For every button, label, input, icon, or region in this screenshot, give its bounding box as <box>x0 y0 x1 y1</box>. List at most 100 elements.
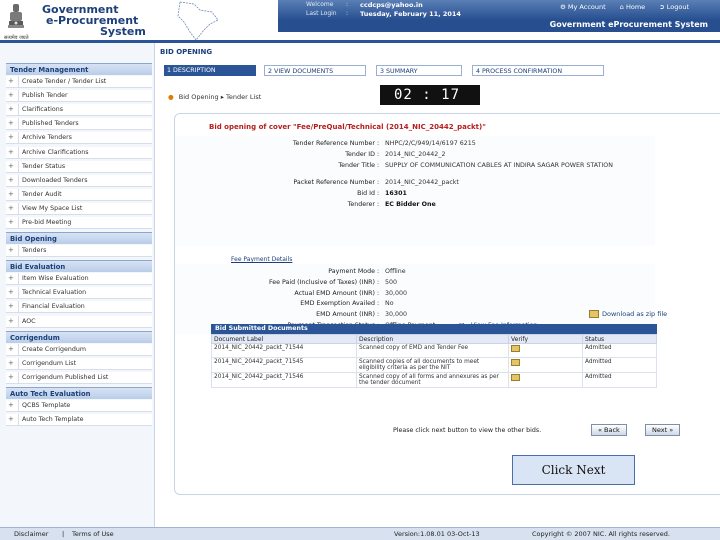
detail-value: 16301 <box>385 190 407 197</box>
sidebar-item[interactable]: + Archive Clarifications <box>6 146 152 159</box>
detail-key: EMD Exemption Availed <box>300 300 375 308</box>
item-separator <box>18 273 19 286</box>
table-row: 2014_NIC_20442_packt_71546 Scanned copy o… <box>211 372 657 388</box>
zip-file-icon <box>589 310 599 318</box>
sidebar-section-2[interactable]: Bid Evaluation <box>6 260 152 273</box>
breadcrumb-tender-list[interactable]: Tender List <box>226 93 261 101</box>
sidebar-item[interactable]: + Technical Evaluation <box>6 287 152 300</box>
click-next-callout: Click Next <box>512 455 635 485</box>
doc-status-cell: Admitted <box>582 357 657 373</box>
expand-plus-icon: + <box>8 344 14 353</box>
detail-key: Packet Reference Number <box>293 179 375 186</box>
detail-key: Tender Title <box>338 162 375 169</box>
step-summary[interactable]: 3 SUMMARY <box>376 65 462 76</box>
doc-status-cell: Admitted <box>582 343 657 358</box>
detail-value: SUPPLY OF COMMUNICATION CABLES AT INDIRA… <box>385 162 613 169</box>
detail-colon: : <box>377 201 380 208</box>
col-document-label: Document Label <box>211 334 357 344</box>
verify-folder-icon[interactable] <box>511 345 520 352</box>
expand-plus-icon: + <box>8 175 14 184</box>
doc-verify-cell <box>508 357 583 373</box>
download-zip-link[interactable]: Download as zip file <box>589 310 667 318</box>
expand-plus-icon: + <box>8 189 14 198</box>
verify-folder-icon[interactable] <box>511 374 520 381</box>
col-description: Description <box>356 334 509 344</box>
next-button[interactable]: Next » <box>645 424 681 436</box>
expand-plus-icon: + <box>8 133 14 142</box>
expand-plus-icon: + <box>8 246 14 255</box>
breadcrumb-bid-opening[interactable]: Bid Opening <box>179 93 219 101</box>
detail-colon: : <box>377 179 380 186</box>
main-content: BID OPENING 1 DESCRIPTION 2 VIEW DOCUMEN… <box>156 43 720 527</box>
doc-label-cell[interactable]: 2014_NIC_20442_packt_71545 <box>211 357 357 373</box>
back-button[interactable]: « Back <box>591 424 627 436</box>
sidebar-item[interactable]: + AOC <box>6 315 152 328</box>
step-view-documents[interactable]: 2 VIEW DOCUMENTS <box>264 65 366 76</box>
expand-plus-icon: + <box>8 372 14 381</box>
sidebar-item[interactable]: + Financial Evaluation <box>6 301 152 314</box>
doc-label-cell[interactable]: 2014_NIC_20442_packt_71544 <box>211 343 357 358</box>
sidebar-item[interactable]: + Auto Tech Template <box>6 414 152 426</box>
sidebar-item-label: Pre-bid Meeting <box>22 219 72 226</box>
sidebar-item[interactable]: + Downloaded Tenders <box>6 174 152 187</box>
detail-colon: : <box>377 278 380 286</box>
step-process-confirmation[interactable]: 4 PROCESS CONFIRMATION <box>472 65 604 76</box>
sidebar-section-3[interactable]: Corrigendum <box>6 330 152 343</box>
sidebar-item[interactable]: + Item Wise Evaluation <box>6 273 152 286</box>
detail-value: 2014_NIC_20442_2 <box>385 151 446 158</box>
sidebar-item-label: AOC <box>22 317 36 325</box>
sidebar-item-label: Tender Audit <box>22 190 62 198</box>
doc-label-cell[interactable]: 2014_NIC_20442_packt_71546 <box>211 372 357 388</box>
last-login-label: Last Login <box>306 10 337 17</box>
sidebar-item-label: Technical Evaluation <box>22 289 87 297</box>
expand-plus-icon: + <box>8 415 14 423</box>
sidebar-item[interactable]: + Clarifications <box>6 104 152 117</box>
detail-key: EMD Amount (INR) <box>316 311 375 319</box>
item-separator <box>18 245 19 258</box>
sidebar-item[interactable]: + Create Corrigendum <box>6 343 152 356</box>
sidebar-item[interactable]: + QCBS Template <box>6 399 152 412</box>
sidebar-section-0[interactable]: Tender Management <box>6 63 152 75</box>
item-separator <box>18 357 19 370</box>
sidebar-item[interactable]: + View My Space List <box>6 202 152 215</box>
sidebar-section-1[interactable]: Bid Opening <box>6 232 152 245</box>
expand-plus-icon: + <box>8 77 14 85</box>
doc-description-cell: Scanned copy of EMD and Tender Fee <box>356 343 509 358</box>
detail-value: 500 <box>385 278 398 286</box>
sidebar-item[interactable]: + Create Tender / Tender List <box>6 76 152 88</box>
sidebar-item[interactable]: + Tender Status <box>6 160 152 173</box>
detail-value: Offline <box>385 268 406 275</box>
detail-colon: : <box>377 268 380 275</box>
sidebar-item-label: Publish Tender <box>22 92 68 100</box>
item-separator <box>18 132 19 145</box>
step-description[interactable]: 1 DESCRIPTION <box>164 65 256 76</box>
sidebar-item[interactable]: + Tender Audit <box>6 188 152 201</box>
expand-plus-icon: + <box>8 316 14 325</box>
bid-details-panel: Bid opening of cover "Fee/PreQual/Techni… <box>174 113 720 495</box>
detail-row: Tender ID:2014_NIC_20442_2 <box>175 151 655 161</box>
my-account-link[interactable]: ⚙ My Account <box>560 3 612 11</box>
logout-link[interactable]: ➲ Logout <box>659 3 695 11</box>
detail-value: 30,000 <box>385 311 408 319</box>
sidebar-item[interactable]: + Published Tenders <box>6 118 152 131</box>
detail-row: Tenderer: EC Bidder One <box>175 201 655 211</box>
sidebar-section-4[interactable]: Auto Tech Evaluation <box>6 386 152 399</box>
detail-colon: : <box>377 300 380 308</box>
detail-row: Bid Id:16301 <box>175 190 655 200</box>
terms-link[interactable]: Terms of Use <box>72 530 114 538</box>
verify-folder-icon[interactable] <box>511 359 520 366</box>
sidebar-item[interactable]: + Archive Tenders <box>6 132 152 145</box>
sidebar-item[interactable]: + Corrigendum List <box>6 357 152 370</box>
sidebar-item-label: Clarifications <box>22 106 63 114</box>
item-separator <box>18 188 19 201</box>
sidebar-item[interactable]: + Corrigendum Published List <box>6 371 152 384</box>
detail-colon: : <box>377 289 380 297</box>
sidebar-item[interactable]: + Pre-bid Meeting <box>6 217 152 229</box>
sidebar-item[interactable]: + Publish Tender <box>6 90 152 103</box>
docs-section-title: Bid Submitted Documents <box>211 324 657 334</box>
detail-colon: : <box>377 190 380 197</box>
home-link[interactable]: ⌂ Home <box>620 3 651 11</box>
sidebar-item[interactable]: + Tenders <box>6 245 152 258</box>
disclaimer-link[interactable]: Disclaimer <box>14 530 48 538</box>
copyright-text: Copyright © 2007 NIC. All rights reserve… <box>532 530 670 538</box>
